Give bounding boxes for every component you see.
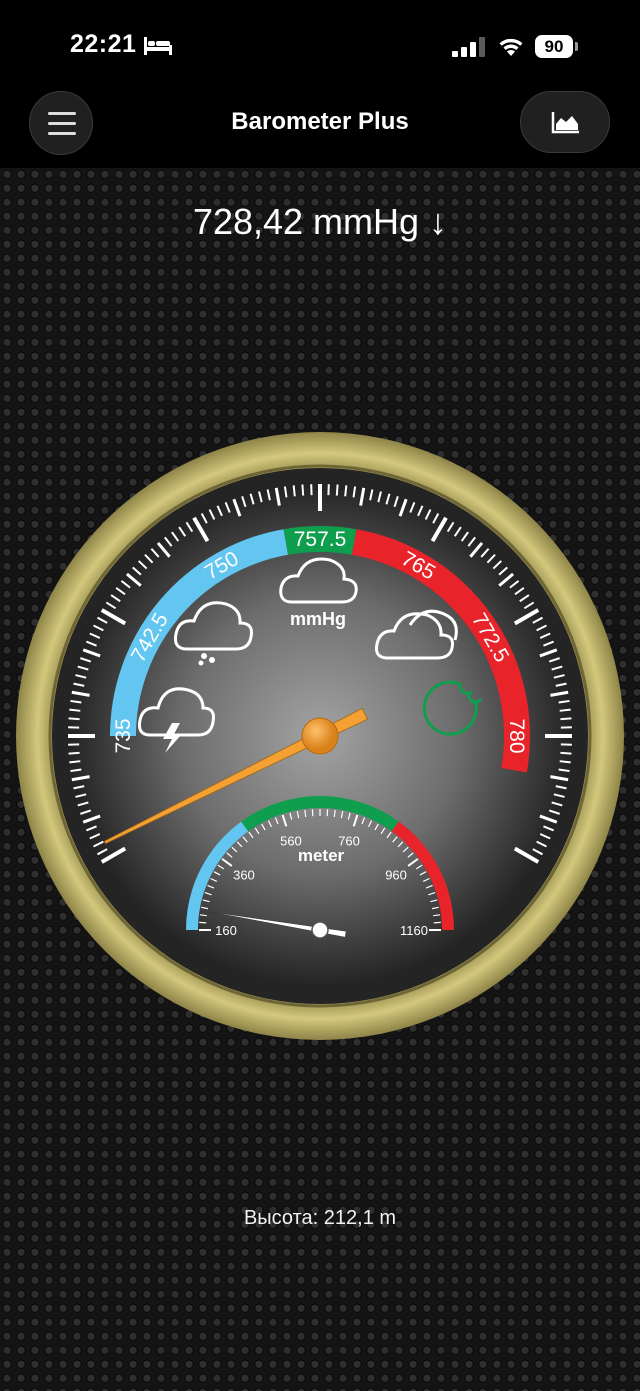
pressure-unit-label: mmHg <box>290 609 346 629</box>
wifi-icon <box>499 38 523 56</box>
battery-icon: 90 <box>535 35 573 58</box>
chart-button[interactable] <box>520 91 610 153</box>
altimeter-tick-label: 960 <box>385 868 407 883</box>
area-chart-icon <box>551 112 579 134</box>
altitude-text: Высота: 212,1 m <box>243 1207 397 1229</box>
pressure-tick-label: 735 <box>112 718 135 753</box>
pressure-tick <box>559 760 571 764</box>
altimeter-tick-label: 1160 <box>400 923 428 938</box>
pressure-tick-label: 757.5 <box>294 528 347 551</box>
pressure-tick <box>335 484 339 496</box>
pressure-tick <box>68 751 80 755</box>
barometer-gauge: 735742.5750757.5765772.5780 mmHg 1603605… <box>16 432 624 1040</box>
pressure-tick <box>560 751 572 755</box>
pressure-needle-hub <box>301 717 339 755</box>
pressure-tick <box>559 708 571 712</box>
pressure-tick <box>69 760 81 764</box>
top-bar: 22:21 90 Barometer Plus <box>0 0 640 168</box>
pressure-tick <box>344 485 348 497</box>
altimeter-tick-label: 360 <box>233 868 255 883</box>
pressure-tick-label: 780 <box>505 718 528 753</box>
pressure-tick <box>292 485 296 497</box>
pressure-tick <box>301 484 305 496</box>
altimeter-hub <box>311 921 329 939</box>
signal-icon <box>452 37 485 57</box>
battery-cap <box>575 42 578 51</box>
pressure-tick <box>68 717 80 721</box>
altimeter-unit-label: meter <box>298 846 345 865</box>
pressure-reading: 728,42 mmHg ↓ <box>192 201 448 242</box>
pressure-tick <box>69 708 81 712</box>
status-time: 22:21 <box>70 30 137 58</box>
pressure-tick <box>560 717 572 721</box>
altimeter-tick-label: 160 <box>215 923 237 938</box>
bed-icon <box>144 37 172 55</box>
